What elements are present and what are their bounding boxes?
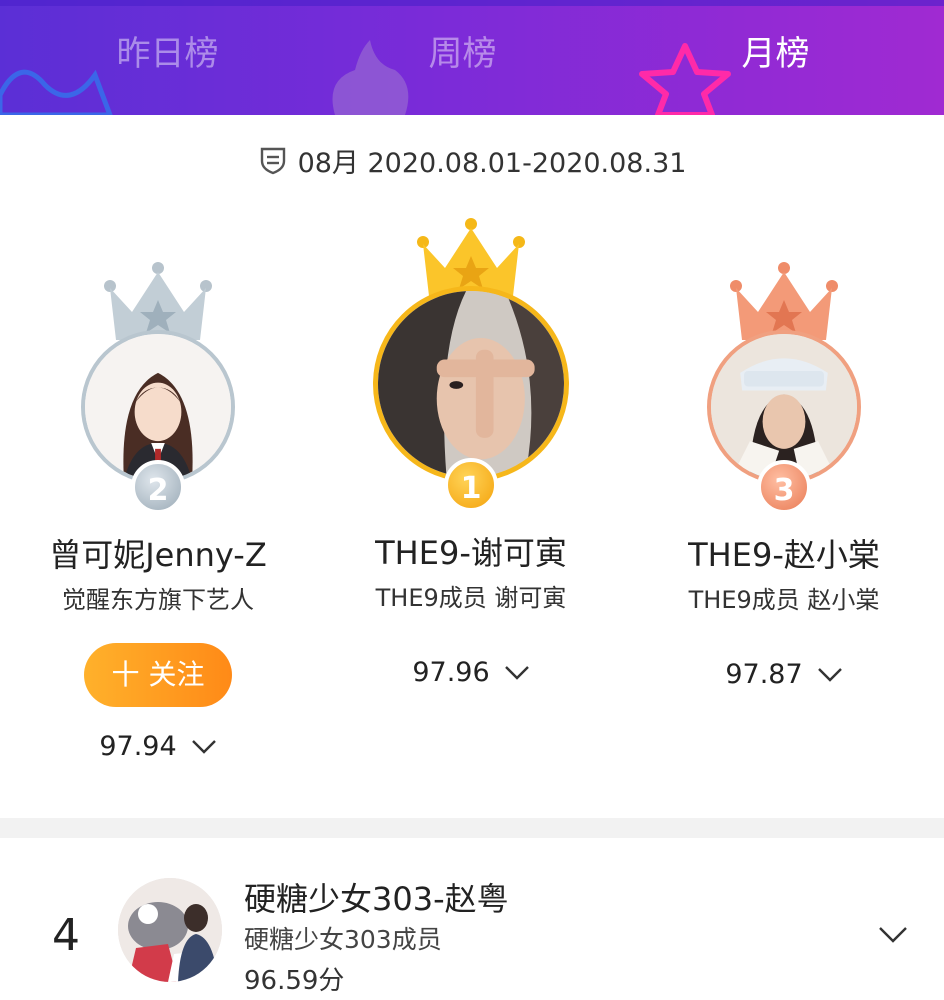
rank-badge: 1 xyxy=(444,458,498,512)
score-value: 97.94 xyxy=(99,731,177,762)
chevron-down-icon xyxy=(817,667,842,682)
tab-yesterday[interactable]: 昨日榜 xyxy=(95,28,240,80)
list-item[interactable]: 4 硬糖少女303-赵粤 硬糖少女303成员 96.59分 xyxy=(0,838,944,1000)
avatar-frame[interactable]: 2 xyxy=(81,330,235,514)
artist-name[interactable]: 曾可妮Jenny-Z xyxy=(20,530,296,576)
artist-subtitle: THE9成员 赵小棠 xyxy=(688,586,880,614)
avatar-frame[interactable]: 3 xyxy=(707,330,861,514)
photo-avatar-icon xyxy=(711,334,857,480)
podium-third[interactable]: 3 THE9-赵小棠 THE9成员 赵小棠 97.87 xyxy=(646,262,922,690)
period-text: 08月 2020.08.01-2020.08.31 xyxy=(297,147,687,179)
shield-badge-icon xyxy=(260,147,285,175)
podium-second[interactable]: 2 曾可妮Jenny-Z 觉醒东方旗下艺人 十 关注 97.94 xyxy=(20,262,296,762)
photo-avatar-icon xyxy=(378,291,564,477)
artist-name[interactable]: THE9-赵小棠 xyxy=(646,530,922,576)
photo-avatar-icon xyxy=(118,878,222,982)
chevron-down-icon xyxy=(191,739,216,754)
score-toggle[interactable]: 97.94 xyxy=(99,731,216,762)
header-topline xyxy=(0,0,944,6)
avatar xyxy=(373,286,569,482)
section-divider xyxy=(0,818,944,838)
follow-button[interactable]: 十 关注 xyxy=(84,643,232,707)
chevron-down-icon[interactable] xyxy=(878,926,908,944)
ranking-header: 昨日榜 周榜 月榜 xyxy=(0,0,944,115)
score-value: 97.87 xyxy=(725,659,803,690)
score-toggle[interactable]: 97.96 xyxy=(412,657,529,688)
rank-number: 4 xyxy=(52,910,80,961)
artist-subtitle: THE9成员 谢可寅 xyxy=(375,584,567,612)
score-value: 97.96 xyxy=(412,657,490,688)
period-row: 08月 2020.08.01-2020.08.31 xyxy=(0,138,944,182)
avatar-frame[interactable]: 1 xyxy=(373,286,569,512)
rank-badge: 3 xyxy=(757,460,811,514)
rank-badge: 2 xyxy=(131,460,185,514)
artist-subtitle: 觉醒东方旗下艺人 xyxy=(62,586,254,614)
tab-week[interactable]: 周榜 xyxy=(405,28,520,80)
avatar[interactable] xyxy=(118,878,222,982)
score-value: 96.59分 xyxy=(244,966,345,996)
artist-subtitle: 硬糖少女303成员 xyxy=(244,925,442,954)
artist-name[interactable]: THE9-谢可寅 xyxy=(333,528,609,574)
cartoon-avatar-icon xyxy=(85,334,231,480)
chevron-down-icon xyxy=(504,665,529,680)
flame-decoration-icon xyxy=(332,40,409,115)
podium-first[interactable]: 1 THE9-谢可寅 THE9成员 谢可寅 97.96 xyxy=(333,218,609,688)
artist-name[interactable]: 硬糖少女303-赵粤 xyxy=(244,874,509,920)
tab-month[interactable]: 月榜 xyxy=(718,28,833,80)
score-toggle[interactable]: 97.87 xyxy=(725,659,842,690)
